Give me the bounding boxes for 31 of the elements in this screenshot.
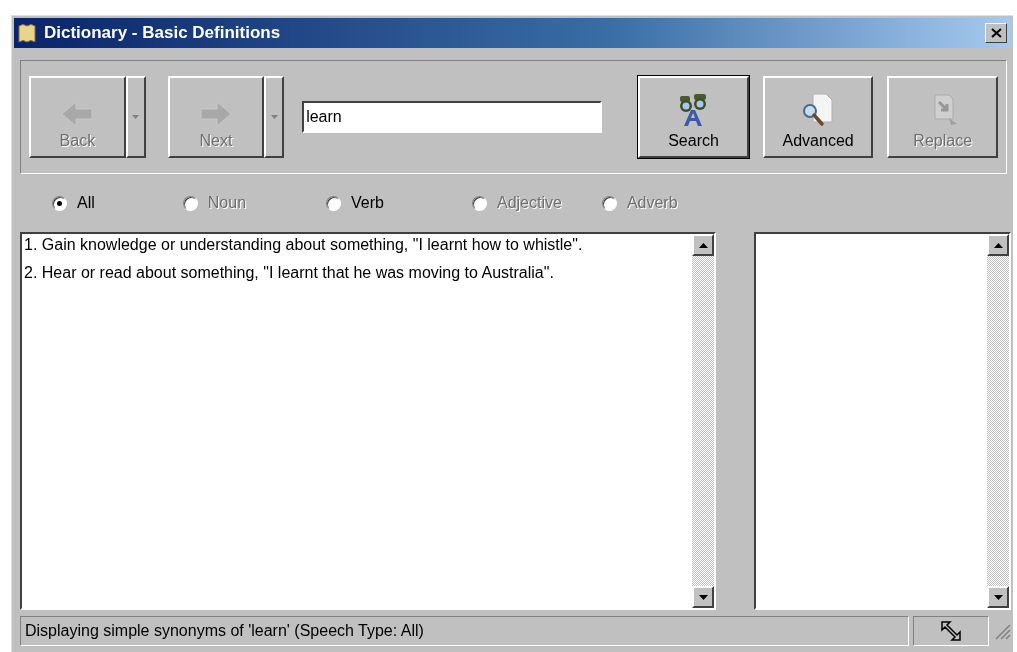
search-button[interactable]: Search — [638, 76, 749, 158]
close-icon — [990, 28, 1002, 38]
caret-icon — [993, 242, 1003, 248]
scrollbar[interactable] — [987, 234, 1009, 608]
left-arrow-icon — [60, 100, 95, 128]
speech-type-option[interactable]: Verb — [326, 194, 384, 212]
resize-grip-icon[interactable] — [993, 622, 1011, 640]
definition-text: 2. Hear or read about something, "I learnt that he was moving to Australia". — [24, 263, 555, 283]
scroll-up-button[interactable] — [987, 234, 1009, 256]
caret-icon — [698, 594, 708, 600]
search-field[interactable]: learn — [302, 101, 603, 133]
speech-type-option[interactable]: All — [52, 194, 95, 212]
resize-arrow-icon — [940, 620, 962, 642]
scroll-down-button[interactable] — [692, 586, 714, 608]
scroll-up-button[interactable] — [692, 234, 714, 256]
dropdown-button[interactable] — [264, 76, 285, 158]
window-title: Dictionary - Basic Definitions — [44, 23, 282, 43]
caret-icon — [270, 115, 278, 119]
scrollbar[interactable] — [692, 234, 714, 608]
caret-icon — [993, 594, 1003, 600]
book-icon — [18, 23, 36, 43]
scroll-down-button[interactable] — [987, 586, 1009, 608]
caret-icon — [698, 242, 708, 248]
close-button[interactable] — [985, 23, 1007, 43]
right-arrow-icon — [198, 100, 233, 128]
dropdown-button[interactable] — [125, 76, 146, 158]
status-text: Displaying simple synonyms of 'learn' (Speech Type: All) — [20, 616, 909, 646]
definition-text: 1. Gain knowledge or understanding about something, "I learnt how to whistle". — [24, 235, 584, 255]
radio-button[interactable] — [326, 195, 342, 211]
advanced-button[interactable]: Advanced — [762, 76, 874, 158]
caret-icon — [132, 115, 140, 119]
